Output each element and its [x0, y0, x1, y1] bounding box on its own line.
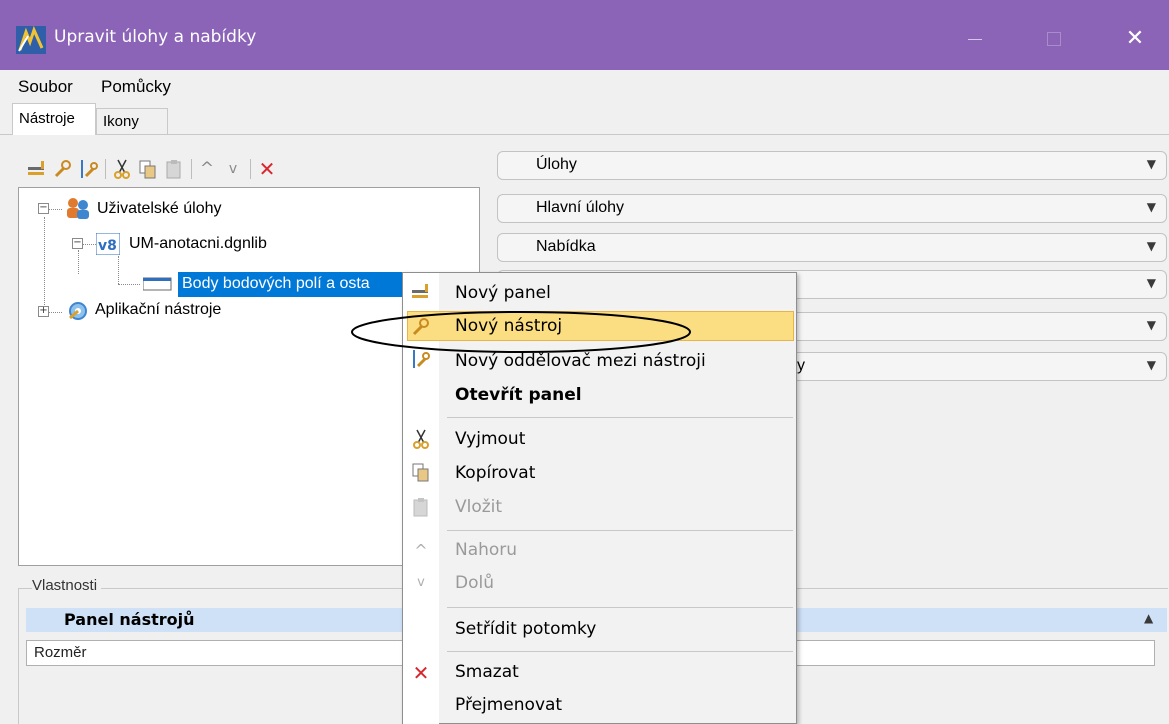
menu-item-move-down[interactable]: Dolů [455, 573, 494, 593]
cut-icon [410, 428, 432, 450]
annotation-ellipse [350, 310, 692, 354]
menu-dropdown[interactable]: Nabídka ▼ [497, 233, 1167, 262]
dropdown-text-fragment: y [797, 357, 805, 374]
dropdown-label: Úlohy [536, 156, 577, 173]
menu-separator [447, 607, 793, 608]
menu-pomucky[interactable]: Pomůcky [101, 77, 171, 97]
menu-item-copy[interactable]: Kopírovat [455, 463, 535, 483]
tree-connector [48, 312, 62, 313]
cut-icon[interactable] [111, 158, 133, 180]
tree-item-app-tools[interactable]: Aplikační nástroje [95, 301, 221, 319]
tab-nastroje[interactable]: Nástroje [12, 103, 96, 135]
menu-separator [447, 651, 793, 652]
tree-item-user-tasks[interactable]: Uživatelské úlohy [97, 200, 222, 218]
tab-ikony[interactable]: Ikony [96, 108, 168, 135]
menu-item-open-panel[interactable]: Otevřít panel [455, 385, 582, 405]
menu-soubor[interactable]: Soubor [18, 77, 73, 97]
property-group-label: Panel nástrojů [64, 610, 195, 629]
users-tasks-icon [64, 196, 92, 220]
copy-icon [410, 461, 432, 483]
dropdown-label: Nabídka [536, 238, 596, 255]
menu-separator [447, 417, 793, 418]
toolbar-separator [105, 159, 106, 179]
new-panel-icon[interactable] [26, 158, 48, 180]
panel-icon [142, 276, 175, 292]
move-up-icon[interactable]: ^ [196, 158, 218, 180]
move-up-icon: ^ [414, 541, 428, 560]
chevron-up-icon[interactable]: ▲ [1144, 611, 1153, 625]
chevron-down-icon: ▼ [1146, 276, 1156, 290]
chevron-down-icon: ▼ [1146, 318, 1156, 332]
tree-collapse-toggle[interactable]: − [72, 238, 83, 249]
new-tool-icon[interactable] [52, 158, 74, 180]
tree-connector [48, 209, 62, 210]
chevron-down-icon: ▼ [1146, 200, 1156, 214]
menu-item-paste[interactable]: Vložit [455, 497, 502, 517]
menu-item-sort-children[interactable]: Setřídit potomky [455, 619, 596, 639]
tasks-dropdown[interactable]: Úlohy ▼ [497, 151, 1167, 180]
toolbar-separator [191, 159, 192, 179]
chevron-down-icon: ▼ [1146, 239, 1156, 253]
tree-item-dgnlib[interactable]: UM-anotacni.dgnlib [129, 235, 267, 253]
toolbar-separator [250, 159, 251, 179]
tree-connector [44, 217, 45, 309]
delete-icon: ✕ [412, 661, 430, 685]
new-panel-icon [410, 281, 432, 303]
tree-collapse-toggle[interactable]: − [38, 203, 49, 214]
window-title: Upravit úlohy a nabídky [54, 27, 257, 47]
dropdown-label: Hlavní úlohy [536, 199, 625, 216]
move-down-icon[interactable]: v [222, 158, 244, 180]
paste-icon[interactable] [163, 158, 185, 180]
copy-icon[interactable] [137, 158, 159, 180]
property-row-label: Rozměr [34, 644, 87, 661]
new-separator-icon[interactable] [78, 158, 100, 180]
chevron-down-icon: ▼ [1146, 157, 1156, 171]
tree-connector [82, 244, 96, 245]
delete-icon[interactable]: ✕ [256, 158, 278, 180]
main-tasks-dropdown[interactable]: Hlavní úlohy ▼ [497, 194, 1167, 223]
tree-expand-toggle[interactable]: + [38, 306, 49, 317]
menu-item-delete[interactable]: Smazat [455, 662, 519, 682]
maximize-button[interactable] [1030, 20, 1080, 58]
tab-divider [0, 134, 1169, 135]
app-tools-gear-icon [66, 300, 90, 322]
tree-connector [78, 250, 79, 274]
app-logo-icon [16, 25, 46, 54]
menu-item-new-panel[interactable]: Nový panel [455, 283, 551, 303]
move-down-icon: v [417, 575, 425, 590]
dgnlib-v8-icon: v8 [95, 232, 121, 256]
menu-item-cut[interactable]: Vyjmout [455, 429, 525, 449]
minimize-button[interactable] [950, 20, 1000, 58]
paste-icon [410, 496, 432, 518]
tree-connector [118, 256, 119, 284]
menu-item-move-up[interactable]: Nahoru [455, 540, 517, 560]
svg-text:v8: v8 [98, 238, 117, 254]
chevron-down-icon: ▼ [1146, 358, 1156, 372]
properties-label: Vlastnosti [32, 577, 102, 594]
tree-connector [118, 284, 140, 285]
tree-item-selected-label: Body bodových polí a osta [182, 275, 370, 292]
menu-separator [447, 530, 793, 531]
menu-item-rename[interactable]: Přejmenovat [455, 695, 562, 715]
close-button[interactable]: ✕ [1110, 20, 1160, 58]
